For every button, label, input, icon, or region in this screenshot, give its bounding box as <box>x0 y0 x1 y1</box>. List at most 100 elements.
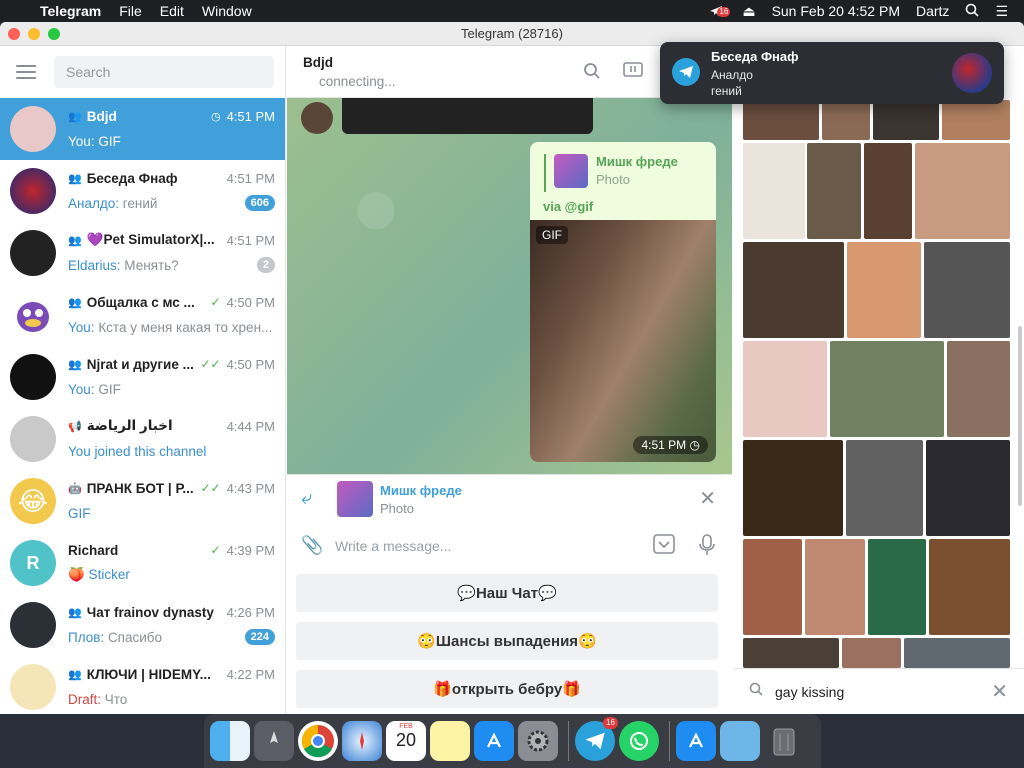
chat-item-keys-hidemy[interactable]: 👥 КЛЮЧИ | HIDEMY... 4:22 PM Draft: Что <box>0 656 285 714</box>
spotlight-search-icon[interactable] <box>965 3 980 20</box>
finder-icon[interactable] <box>210 721 250 761</box>
chat-item-obshchalka[interactable]: 👥 Общалка с мс ... ✓ 4:50 PM You: Кста у… <box>0 284 285 346</box>
cancel-reply-icon[interactable]: ✕ <box>699 486 716 511</box>
menu-clock[interactable]: Sun Feb 20 4:52 PM <box>772 3 900 19</box>
notes-icon[interactable] <box>430 721 470 761</box>
chat-sender: Eldarius: <box>68 257 121 273</box>
gif-panel-scrollbar[interactable] <box>1018 326 1022 506</box>
draft-label: Draft: <box>68 691 102 707</box>
menu-edit[interactable]: Edit <box>160 3 184 19</box>
telegram-dock-badge: 16 <box>603 717 618 729</box>
chat-item-njrat[interactable]: 👥 Njrat и другие ... ✓✓ 4:50 PM You: GIF <box>0 346 285 408</box>
sender-avatar[interactable] <box>301 102 333 134</box>
bot-keyboard-toggle-icon[interactable] <box>653 534 675 559</box>
eject-icon[interactable]: ⏏ <box>742 3 755 20</box>
menu-hamburger-icon[interactable] <box>16 65 36 79</box>
minimize-window-button[interactable] <box>28 28 40 40</box>
gif-media[interactable]: GIF 4:51 PM ◷ <box>530 220 716 462</box>
chat-item-prank-bot[interactable]: 😂 🤖 ПРАНК БОТ | Р... ✓✓ 4:43 PM GIF <box>0 470 285 532</box>
avatar <box>10 168 56 214</box>
gif-result[interactable] <box>864 143 912 239</box>
gif-result[interactable] <box>868 539 926 635</box>
menu-user[interactable]: Dartz <box>916 3 949 19</box>
gif-result[interactable] <box>743 638 839 668</box>
message-input[interactable] <box>335 534 635 558</box>
gif-result[interactable] <box>830 341 944 437</box>
chat-time: 4:50 PM <box>226 294 275 310</box>
gif-result[interactable] <box>743 242 844 338</box>
notification-banner[interactable]: Беседа Фнаф Аналдо гений <box>660 42 1004 104</box>
gif-result[interactable] <box>926 440 1010 536</box>
avatar <box>10 416 56 462</box>
menu-app-name[interactable]: Telegram <box>40 3 101 19</box>
chat-preview: Менять? <box>124 257 179 273</box>
safari-icon[interactable] <box>342 721 382 761</box>
menu-file[interactable]: File <box>119 3 142 19</box>
chat-item-bdjd[interactable]: 👥 Bdjd ◷ 4:51 PM You: GIF <box>0 98 285 160</box>
via-bot-label[interactable]: via @gif <box>543 199 593 214</box>
read-check-icon: ✓ <box>210 543 221 557</box>
gif-result[interactable] <box>929 539 1010 635</box>
unread-badge: 606 <box>244 195 275 211</box>
gif-result[interactable] <box>873 100 939 140</box>
search-input[interactable] <box>54 56 274 88</box>
gif-result[interactable] <box>847 242 921 338</box>
chat-item-richard[interactable]: R Richard ✓ 4:39 PM 🍑 Sticker <box>0 532 285 594</box>
whatsapp-icon[interactable] <box>619 721 659 761</box>
keyboard-button-open[interactable]: 🎁открыть бебру🎁 <box>296 670 718 708</box>
unread-badge: 224 <box>244 629 275 645</box>
chat-item-beseda-fnaf[interactable]: 👥 Беседа Фнаф 4:51 PM Аналдо: гений 606 <box>0 160 285 222</box>
gif-result[interactable] <box>743 341 827 437</box>
telegram-dock-icon[interactable]: 16 <box>575 717 618 761</box>
chat-name: Bdjd <box>86 108 117 124</box>
menu-window[interactable]: Window <box>202 3 252 19</box>
control-center-icon[interactable]: ☰ <box>995 3 1008 20</box>
gif-search-input[interactable] <box>775 680 975 704</box>
sidebar-info-icon[interactable] <box>623 62 643 82</box>
paperclip-icon[interactable]: 📎 <box>301 535 323 556</box>
chat-item-frainov-dynasty[interactable]: 👥 Чат frainov dynasty 4:26 PM Плов: Спас… <box>0 594 285 656</box>
close-window-button[interactable] <box>8 28 20 40</box>
app-store-folder-icon[interactable] <box>676 721 716 761</box>
chat-title[interactable]: Bdjd <box>303 55 333 70</box>
gif-result[interactable] <box>805 539 865 635</box>
gif-result[interactable] <box>942 100 1010 140</box>
chat-sender: You: <box>68 381 95 397</box>
reply-quote[interactable]: Мишк фреде Photo <box>544 154 678 192</box>
telegram-app-icon <box>672 58 700 86</box>
clear-search-icon[interactable]: ✕ <box>991 679 1008 704</box>
downloads-folder-icon[interactable] <box>720 721 760 761</box>
reply-bar-thumbnail <box>337 481 373 517</box>
gif-result[interactable] <box>947 341 1010 437</box>
gif-result[interactable] <box>822 100 870 140</box>
calendar-icon[interactable]: FEB 20 <box>386 721 426 761</box>
keyboard-button-drop-chances[interactable]: 😳Шансы выпадения😳 <box>296 622 718 660</box>
gif-result[interactable] <box>915 143 1010 239</box>
keyboard-button-our-chat[interactable]: 💬Наш Чат💬 <box>296 574 718 612</box>
gif-result[interactable] <box>842 638 901 668</box>
chat-time: 4:39 PM <box>226 542 275 558</box>
previous-media-message[interactable] <box>342 98 593 134</box>
gif-result[interactable] <box>846 440 923 536</box>
chat-item-sports-news[interactable]: 📢 اخبار الرياضة 4:44 PM You joined this … <box>0 408 285 470</box>
gif-result[interactable] <box>904 638 1010 668</box>
app-store-icon[interactable] <box>474 721 514 761</box>
gif-result[interactable] <box>807 143 861 239</box>
gif-result[interactable] <box>743 100 819 140</box>
telegram-status-icon[interactable]: 16 <box>708 3 731 19</box>
zoom-window-button[interactable] <box>48 28 60 40</box>
gif-result[interactable] <box>743 539 802 635</box>
microphone-icon[interactable] <box>699 534 715 561</box>
search-icon[interactable] <box>583 62 603 82</box>
chat-item-pet-simulator[interactable]: 👥 💜Pet SimulatorX|... 4:51 PM Eldarius: … <box>0 222 285 284</box>
chrome-icon[interactable] <box>298 721 338 761</box>
chat-name: Чат frainov dynasty <box>86 604 214 620</box>
trash-icon[interactable] <box>764 721 804 761</box>
system-preferences-icon[interactable] <box>518 721 558 761</box>
gif-result[interactable] <box>743 143 805 239</box>
gif-message-bubble[interactable]: Мишк фреде Photo via @gif GIF 4:51 PM ◷ <box>530 142 716 462</box>
message-area[interactable]: Мишк фреде Photo via @gif GIF 4:51 PM ◷ <box>287 98 732 474</box>
launchpad-icon[interactable] <box>254 721 294 761</box>
gif-result[interactable] <box>743 440 843 536</box>
gif-result[interactable] <box>924 242 1010 338</box>
